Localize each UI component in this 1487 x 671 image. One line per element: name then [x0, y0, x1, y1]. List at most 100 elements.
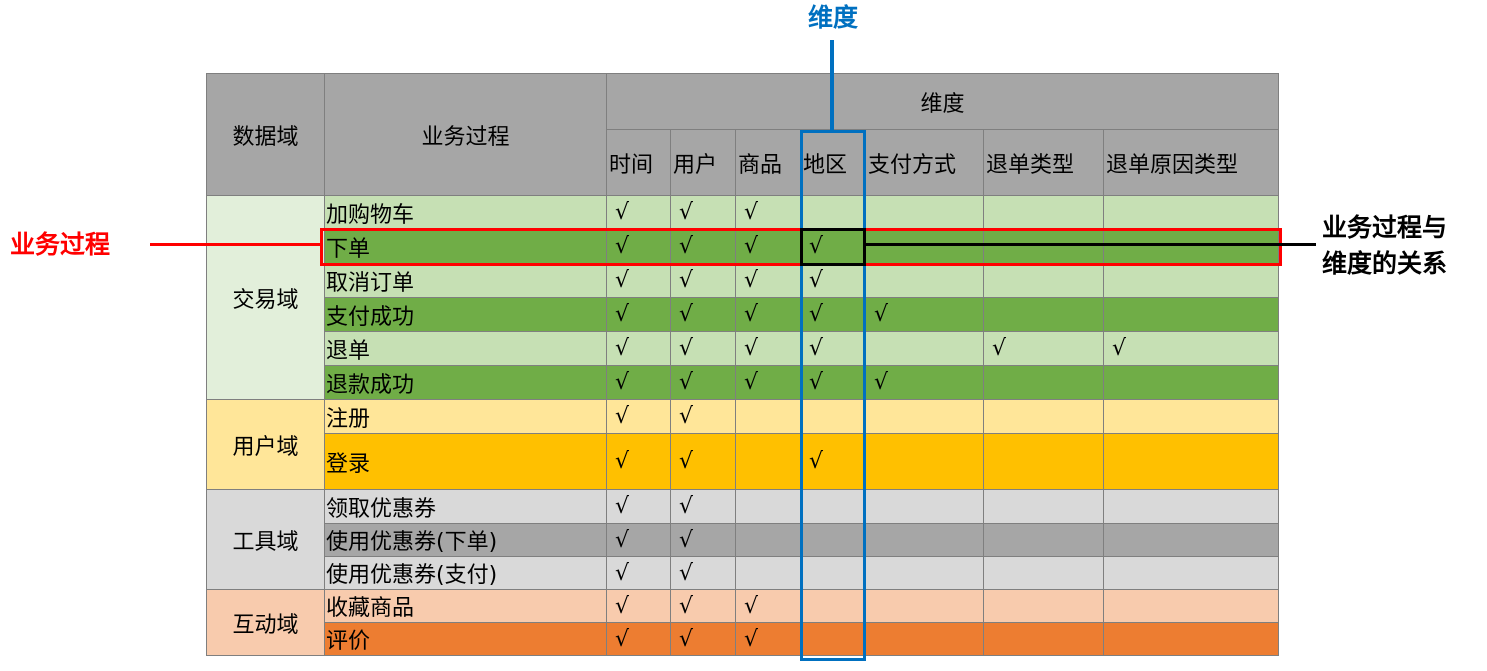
relation-annotation-label-line2: 维度的关系 [1322, 249, 1448, 278]
empty-cell [983, 263, 1104, 298]
table-row: 支付成功 √ √ √ √ √ [207, 297, 1279, 332]
relation-annotation-line [866, 243, 1316, 246]
domain-cell: 用户域 [206, 399, 325, 490]
check-mark-cell: √ [983, 331, 1104, 366]
check-mark-cell: √ [735, 263, 801, 298]
empty-cell [1103, 556, 1279, 590]
table-row: 用户域 注册 √ √ [206, 399, 1279, 490]
empty-cell [735, 433, 801, 490]
check-mark-cell: √ [670, 523, 736, 557]
process-cell: 取消订单 [324, 263, 607, 298]
relation-annotation-label-line1: 业务过程与 [1322, 213, 1448, 242]
process-cell: 收藏商品 [324, 589, 607, 623]
dimension-header: 商品 [735, 129, 801, 196]
check-mark-cell: √ [606, 489, 671, 524]
empty-cell [983, 195, 1104, 230]
table-row: 工具域 领取优惠券 √ √ [206, 489, 1279, 590]
table-row: 登录 √ √ √ [207, 433, 1279, 490]
business-matrix-table: 数据域 业务过程 维度 时间 用户 商品 地区 支付方式 退单类型 退单原因类型 交易域 加购… [206, 73, 1279, 656]
dimension-annotation-line [830, 40, 834, 130]
empty-cell [735, 523, 801, 557]
table-row: 使用优惠券(支付) √ √ [207, 556, 1279, 590]
empty-cell [983, 297, 1104, 332]
table-row: 交易域 加购物车 √ √ √ [206, 195, 1279, 400]
empty-cell [865, 622, 984, 656]
empty-cell [1103, 622, 1279, 656]
empty-cell [735, 556, 801, 590]
check-mark-cell: √ [606, 556, 671, 590]
check-mark-cell: √ [735, 365, 801, 400]
table-row: 退款成功 √ √ √ √ √ [207, 365, 1279, 400]
domain-cell: 工具域 [206, 489, 325, 590]
empty-cell [865, 589, 984, 623]
check-mark-cell: √ [735, 331, 801, 366]
table-row: 退单 √ √ √ √ √ √ [207, 331, 1279, 366]
check-mark-cell: √ [670, 263, 736, 298]
empty-cell [983, 523, 1104, 557]
table-row: 互动域 收藏商品 √ √ √ [206, 589, 1279, 656]
empty-cell [865, 195, 984, 230]
empty-cell [983, 433, 1104, 490]
dimension-header: 支付方式 [865, 129, 984, 196]
domain-header: 数据域 [206, 73, 325, 196]
process-cell: 登录 [324, 433, 607, 490]
dimension-header: 用户 [670, 129, 736, 196]
dimension-header: 退单类型 [983, 129, 1104, 196]
empty-cell [1103, 589, 1279, 623]
check-mark-cell: √ [735, 622, 801, 656]
empty-cell [1103, 195, 1279, 230]
check-mark-cell: √ [865, 365, 984, 400]
dimension-column-highlight [800, 130, 866, 661]
process-cell: 领取优惠券 [324, 489, 607, 524]
check-mark-cell: √ [606, 622, 671, 656]
check-mark-cell: √ [670, 556, 736, 590]
empty-cell [865, 556, 984, 590]
empty-cell [983, 556, 1104, 590]
check-mark-cell: √ [606, 399, 671, 434]
process-cell: 退单 [324, 331, 607, 366]
check-mark-cell: √ [865, 297, 984, 332]
dimension-header: 时间 [606, 129, 671, 196]
process-annotation-label: 业务过程 [10, 230, 111, 259]
check-mark-cell: √ [735, 297, 801, 332]
empty-cell [1103, 297, 1279, 332]
dimension-header: 退单原因类型 [1103, 129, 1279, 196]
empty-cell [1103, 433, 1279, 490]
check-mark-cell: √ [1103, 331, 1279, 366]
table-row: 使用优惠券(下单) √ √ [207, 523, 1279, 557]
empty-cell [735, 399, 801, 434]
check-mark-cell: √ [606, 589, 671, 623]
check-mark-cell: √ [670, 399, 736, 434]
empty-cell [983, 489, 1104, 524]
process-cell: 退款成功 [324, 365, 607, 400]
process-cell: 注册 [324, 399, 607, 434]
empty-cell [865, 399, 984, 434]
empty-cell [983, 622, 1104, 656]
process-cell: 评价 [324, 622, 607, 656]
check-mark-cell: √ [670, 622, 736, 656]
empty-cell [1103, 263, 1279, 298]
empty-cell [983, 589, 1104, 623]
check-mark-cell: √ [606, 433, 671, 490]
empty-cell [1103, 523, 1279, 557]
dimension-group-header: 维度 [606, 73, 1279, 130]
empty-cell [983, 365, 1104, 400]
check-mark-cell: √ [606, 297, 671, 332]
process-cell: 加购物车 [324, 195, 607, 230]
check-mark-cell: √ [606, 365, 671, 400]
process-cell: 使用优惠券(支付) [324, 556, 607, 590]
process-header: 业务过程 [324, 73, 607, 196]
empty-cell [865, 433, 984, 490]
empty-cell [983, 399, 1104, 434]
process-annotation-line [150, 243, 320, 246]
empty-cell [1103, 399, 1279, 434]
table-row: 取消订单 √ √ √ √ [207, 263, 1279, 298]
check-mark-cell: √ [670, 589, 736, 623]
empty-cell [865, 523, 984, 557]
empty-cell [865, 489, 984, 524]
empty-cell [1103, 489, 1279, 524]
process-cell: 使用优惠券(下单) [324, 523, 607, 557]
domain-cell: 交易域 [206, 195, 325, 400]
empty-cell [865, 331, 984, 366]
empty-cell [735, 489, 801, 524]
